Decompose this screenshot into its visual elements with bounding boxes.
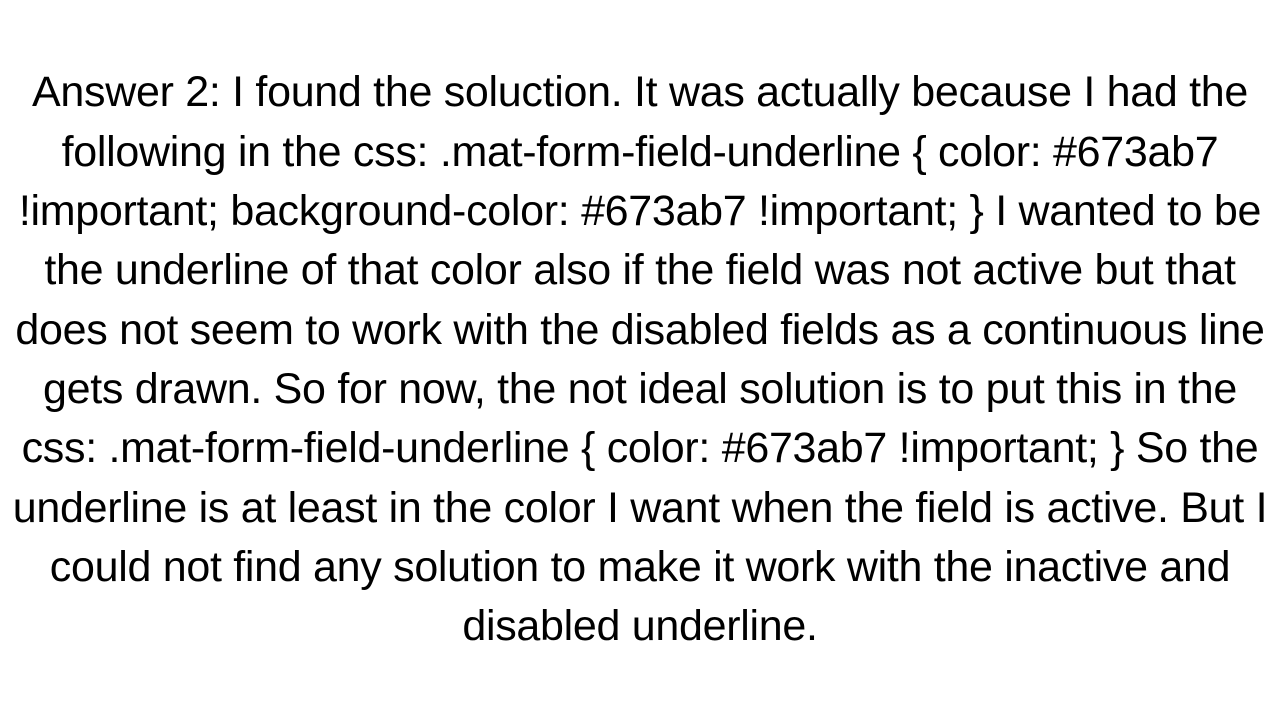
answer-text: Answer 2: I found the soluction. It was … [0, 63, 1280, 656]
